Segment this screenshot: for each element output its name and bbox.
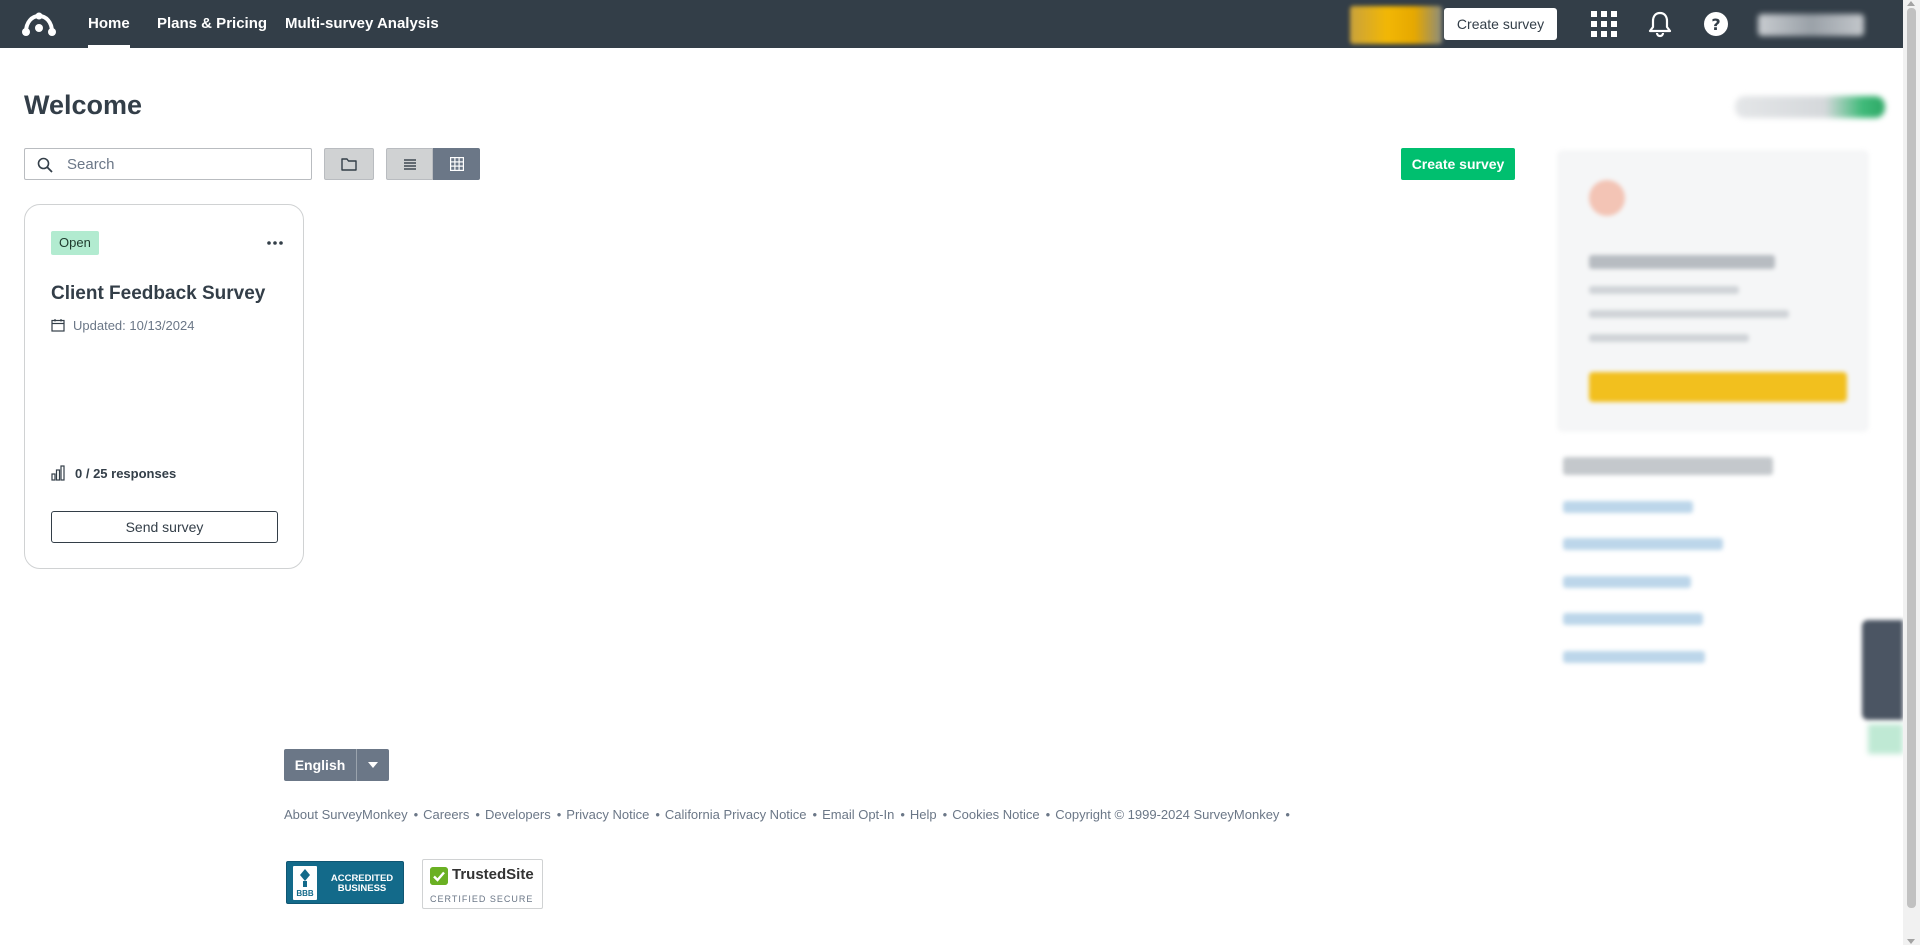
apps-grid-icon[interactable] (1590, 10, 1618, 38)
feedback-tab-accent-blurred (1868, 724, 1903, 754)
promo-upgrade-button-blurred[interactable] (1589, 372, 1847, 402)
footer-links: About SurveyMonkey • Careers • Developers •… (284, 807, 1295, 822)
footer-separator: • (556, 807, 562, 822)
language-selector[interactable]: English (284, 749, 389, 781)
surveymonkey-logo-icon[interactable] (22, 10, 56, 38)
status-badge: Open (51, 231, 99, 255)
toggle-blurred[interactable] (1735, 96, 1885, 118)
footer-link-california-privacy[interactable]: California Privacy Notice (665, 807, 807, 822)
sidebar-link-blurred[interactable] (1563, 538, 1723, 550)
checkmark-icon (430, 867, 448, 885)
search-input[interactable] (67, 154, 297, 174)
trustedsite-subtitle: CERTIFIED SECURE (430, 894, 534, 904)
language-label[interactable]: English (284, 749, 356, 781)
footer-separator: • (475, 807, 480, 822)
footer-separator: • (942, 807, 948, 822)
feedback-tab-blurred[interactable] (1862, 620, 1903, 720)
account-menu-blurred[interactable] (1758, 14, 1864, 36)
search-box[interactable] (24, 148, 312, 180)
footer-separator: • (655, 807, 660, 822)
send-survey-button[interactable]: Send survey (51, 511, 278, 543)
folder-button[interactable] (324, 148, 374, 180)
chevron-down-icon[interactable] (356, 749, 389, 781)
trustedsite-badge[interactable]: TrustedSite CERTIFIED SECURE (422, 859, 543, 909)
promo-line-blurred (1589, 334, 1749, 342)
trustedsite-name: TrustedSite (452, 866, 534, 883)
footer-copyright: Copyright © 1999-2024 SurveyMonkey (1055, 807, 1280, 822)
footer-separator: • (413, 807, 419, 822)
footer-link-about[interactable]: About SurveyMonkey (284, 807, 408, 822)
sidebar-link-blurred[interactable] (1563, 501, 1693, 513)
bbb-text: ACCREDITED BUSINESS (330, 873, 394, 894)
promo-illustration (1589, 180, 1625, 216)
upgrade-button-blurred[interactable] (1350, 6, 1442, 44)
nav-home[interactable]: Home (88, 0, 130, 48)
sidebar-link-blurred[interactable] (1563, 613, 1703, 625)
survey-card[interactable]: Open Client Feedback Survey Updated: 10/… (24, 204, 304, 569)
footer-link-cookies[interactable]: Cookies Notice (952, 807, 1039, 822)
scroll-down-arrow-icon[interactable] (1907, 939, 1915, 944)
survey-updated-date: Updated: 10/13/2024 (73, 318, 195, 333)
footer-link-email-opt-in[interactable]: Email Opt-In (822, 807, 894, 822)
calendar-icon (51, 319, 65, 332)
footer-separator: • (1045, 807, 1051, 822)
more-options-icon[interactable] (263, 231, 287, 255)
promo-heading-blurred (1589, 255, 1775, 269)
bbb-accredited-badge[interactable]: BBB ACCREDITED BUSINESS (286, 861, 404, 904)
folder-icon (341, 158, 357, 171)
nav-multi-survey-analysis[interactable]: Multi-survey Analysis (285, 0, 439, 48)
scrollbar-thumb[interactable] (1907, 8, 1916, 908)
footer-link-careers[interactable]: Careers (423, 807, 469, 822)
survey-responses-count: 0 / 25 responses (75, 466, 177, 481)
search-icon (37, 157, 53, 173)
bell-icon[interactable] (1646, 10, 1674, 38)
footer-link-help[interactable]: Help (910, 807, 937, 822)
bar-chart-icon (51, 465, 65, 481)
help-icon[interactable]: ? (1702, 10, 1730, 38)
create-survey-button[interactable]: Create survey (1401, 148, 1515, 180)
bbb-torch-icon: BBB (293, 866, 317, 900)
grid-icon (449, 157, 464, 171)
survey-title[interactable]: Client Feedback Survey (51, 283, 265, 305)
scroll-up-arrow-icon[interactable] (1907, 1, 1915, 6)
footer-separator: • (812, 807, 818, 822)
footer-separator: • (1285, 807, 1290, 822)
promo-line-blurred (1589, 286, 1739, 294)
grid-view-button[interactable] (433, 148, 480, 180)
nav-create-survey-button[interactable]: Create survey (1444, 8, 1557, 40)
nav-plans-pricing[interactable]: Plans & Pricing (157, 0, 267, 48)
upgrade-promo-card-blurred (1557, 150, 1869, 432)
list-view-button[interactable] (386, 148, 433, 180)
footer-separator: • (900, 807, 905, 822)
sidebar-link-blurred[interactable] (1563, 576, 1691, 588)
sidebar-heading-blurred (1563, 457, 1773, 475)
footer-link-privacy[interactable]: Privacy Notice (566, 807, 649, 822)
top-navigation-bar: Home Plans & Pricing Multi-survey Analys… (0, 0, 1903, 48)
svg-text:?: ? (1711, 15, 1720, 34)
promo-line-blurred (1589, 310, 1789, 318)
list-icon (403, 159, 416, 170)
sidebar-link-blurred[interactable] (1563, 651, 1705, 663)
page-scrollbar[interactable] (1903, 0, 1920, 945)
page-title: Welcome (24, 90, 143, 120)
footer-link-developers[interactable]: Developers (485, 807, 551, 822)
bbb-mark: BBB (296, 889, 314, 898)
